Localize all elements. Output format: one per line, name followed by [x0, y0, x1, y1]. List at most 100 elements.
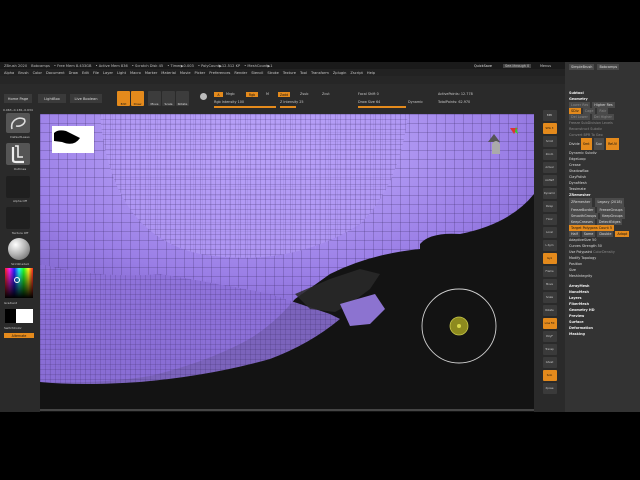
menu-light[interactable]: Light [117, 71, 126, 75]
rotate-view-label: Rotate [545, 309, 554, 312]
edit-mode-button[interactable]: Edit [117, 91, 130, 106]
dynamic-toggle[interactable]: Dynamic [408, 100, 423, 104]
divide-row: Divide Smt Suv ReUV [565, 138, 640, 150]
switch-color-button[interactable]: SwitchColor [4, 326, 22, 330]
brush-thumbnail[interactable] [6, 113, 30, 133]
rotate-view-button[interactable]: Rotate [542, 305, 557, 316]
home-page-button[interactable]: Home Page [4, 94, 32, 103]
menu-texture[interactable]: Texture [283, 71, 296, 75]
zadd-toggle[interactable]: Zadd [278, 92, 290, 97]
adapt-toggle[interactable]: Adapt [615, 231, 630, 237]
simplebrush-tab[interactable]: SimpleBrush [569, 64, 595, 70]
tool-tabs: SimpleBrush Bobcamps [565, 64, 640, 72]
masking-section[interactable]: Masking [565, 331, 640, 337]
zsub-toggle[interactable]: Zsub [300, 92, 308, 96]
z-intensity-slider[interactable]: Z Intensity 25 [280, 100, 304, 104]
divide-button[interactable]: Divide [569, 142, 580, 146]
seethrough-slider[interactable]: See-through 0 [503, 64, 532, 68]
lightbox-button[interactable]: LightBox [38, 94, 66, 103]
color-density-slider[interactable]: ColorDensity [593, 250, 615, 254]
scale-mode-button[interactable]: Scale [162, 91, 175, 106]
double-button[interactable]: Double [597, 231, 614, 237]
dynamic-persp-button[interactable]: Dynamic [542, 188, 557, 199]
move-view-button[interactable]: Move [542, 279, 557, 290]
spix-button[interactable]: SPix 3 [542, 123, 557, 134]
local-button[interactable]: Local [542, 227, 557, 238]
menu-brush[interactable]: Brush [18, 71, 28, 75]
mrgb-toggle[interactable]: Mrgb [226, 92, 235, 96]
menu-render[interactable]: Render [234, 71, 247, 75]
ghost-button[interactable]: Ghost [542, 357, 557, 368]
menu-movie[interactable]: Movie [180, 71, 191, 75]
menu-macro[interactable]: Macro [130, 71, 141, 75]
secondary-color-swatch[interactable] [5, 309, 16, 323]
color-picker-cursor[interactable] [14, 277, 20, 283]
bobcamps-tab[interactable]: Bobcamps [597, 64, 620, 70]
scale-view-button[interactable]: Scale [542, 292, 557, 303]
color-picker[interactable] [5, 268, 33, 298]
rgb-intensity-slider[interactable]: Rgb Intensity 100 [214, 100, 244, 104]
floor-button[interactable]: Floor [542, 214, 557, 225]
reuv-toggle[interactable]: ReUV [605, 138, 620, 150]
alternate-button[interactable]: Alternate [4, 333, 34, 338]
menu-document[interactable]: Document [46, 71, 65, 75]
menu-zscript[interactable]: Zscript [350, 71, 362, 75]
focal-shift-slider[interactable]: Focal Shift 0 [358, 92, 379, 96]
menu-marker[interactable]: Marker [145, 71, 157, 75]
quicksave-button[interactable]: QuickSave [474, 64, 492, 68]
move-mode-button[interactable]: Move [148, 91, 161, 106]
frame-label: Frame [545, 270, 554, 273]
texture-thumbnail[interactable] [6, 207, 30, 229]
menu-alpha[interactable]: Alpha [4, 71, 14, 75]
zremesher-button[interactable]: ZRemesher [569, 198, 593, 207]
zcut-toggle[interactable]: Zcut [322, 92, 330, 96]
bpr-button[interactable]: BPR [542, 110, 557, 121]
persp-button[interactable]: Persp [542, 201, 557, 212]
viewport-canvas[interactable] [40, 114, 534, 412]
menu-preferences[interactable]: Preferences [209, 71, 230, 75]
transp-button[interactable]: Transp [542, 344, 557, 355]
menu-transform[interactable]: Transform [311, 71, 329, 75]
use-polypaint-toggle[interactable]: Use Polypaint [569, 250, 592, 254]
gxyz-button[interactable]: Gyz [542, 253, 557, 264]
menu-stroke[interactable]: Stroke [267, 71, 278, 75]
sculpt-mesh-view[interactable] [40, 114, 534, 412]
actual-button[interactable]: Actual [542, 162, 557, 173]
menu-material[interactable]: Material [161, 71, 176, 75]
menu-edit[interactable]: Edit [82, 71, 89, 75]
menu-file[interactable]: File [93, 71, 99, 75]
menus-toggle[interactable]: Menus [540, 64, 551, 68]
polyf-button[interactable]: PolyF [542, 331, 557, 342]
stroke-thumbnail[interactable] [6, 143, 30, 165]
zoom-button[interactable]: Zoom [542, 149, 557, 160]
lsym-label: L.Sym [545, 244, 554, 247]
xpose-button[interactable]: Xpose [542, 383, 557, 394]
live-boolean-button[interactable]: Live Boolean [70, 94, 102, 103]
lsym-button[interactable]: L.Sym [542, 240, 557, 251]
frame-button[interactable]: Frame [542, 266, 557, 277]
menu-picker[interactable]: Picker [195, 71, 206, 75]
alpha-thumbnail[interactable] [6, 176, 30, 198]
rotate-mode-button[interactable]: Rotate [176, 91, 189, 106]
draw-size-slider[interactable]: Draw Size 64 [358, 100, 380, 104]
menu-color[interactable]: Color [33, 71, 42, 75]
suv-toggle[interactable]: Suv [593, 138, 604, 150]
aahalf-button[interactable]: AAHalf [542, 175, 557, 186]
linefill-button[interactable]: Line Fill [542, 318, 557, 329]
scroll-button[interactable]: Scroll [542, 136, 557, 147]
smt-toggle[interactable]: Smt [580, 138, 592, 150]
legacy-button[interactable]: Legacy (2018) [595, 198, 624, 207]
rgb-toggle[interactable]: Rgb [246, 92, 258, 97]
material-sphere[interactable] [8, 238, 30, 260]
a-toggle[interactable]: A [214, 92, 223, 97]
draw-mode-button[interactable]: Draw [131, 91, 144, 106]
menu-draw[interactable]: Draw [69, 71, 78, 75]
menu-layer[interactable]: Layer [103, 71, 113, 75]
menu-zplugin[interactable]: Zplugin [333, 71, 347, 75]
menu-stencil[interactable]: Stencil [251, 71, 263, 75]
menu-tool[interactable]: Tool [300, 71, 307, 75]
solo-button[interactable]: Solo [542, 370, 557, 381]
m-toggle[interactable]: M [266, 92, 269, 96]
orientation-head-icon[interactable] [492, 141, 500, 154]
menu-help[interactable]: Help [367, 71, 375, 75]
